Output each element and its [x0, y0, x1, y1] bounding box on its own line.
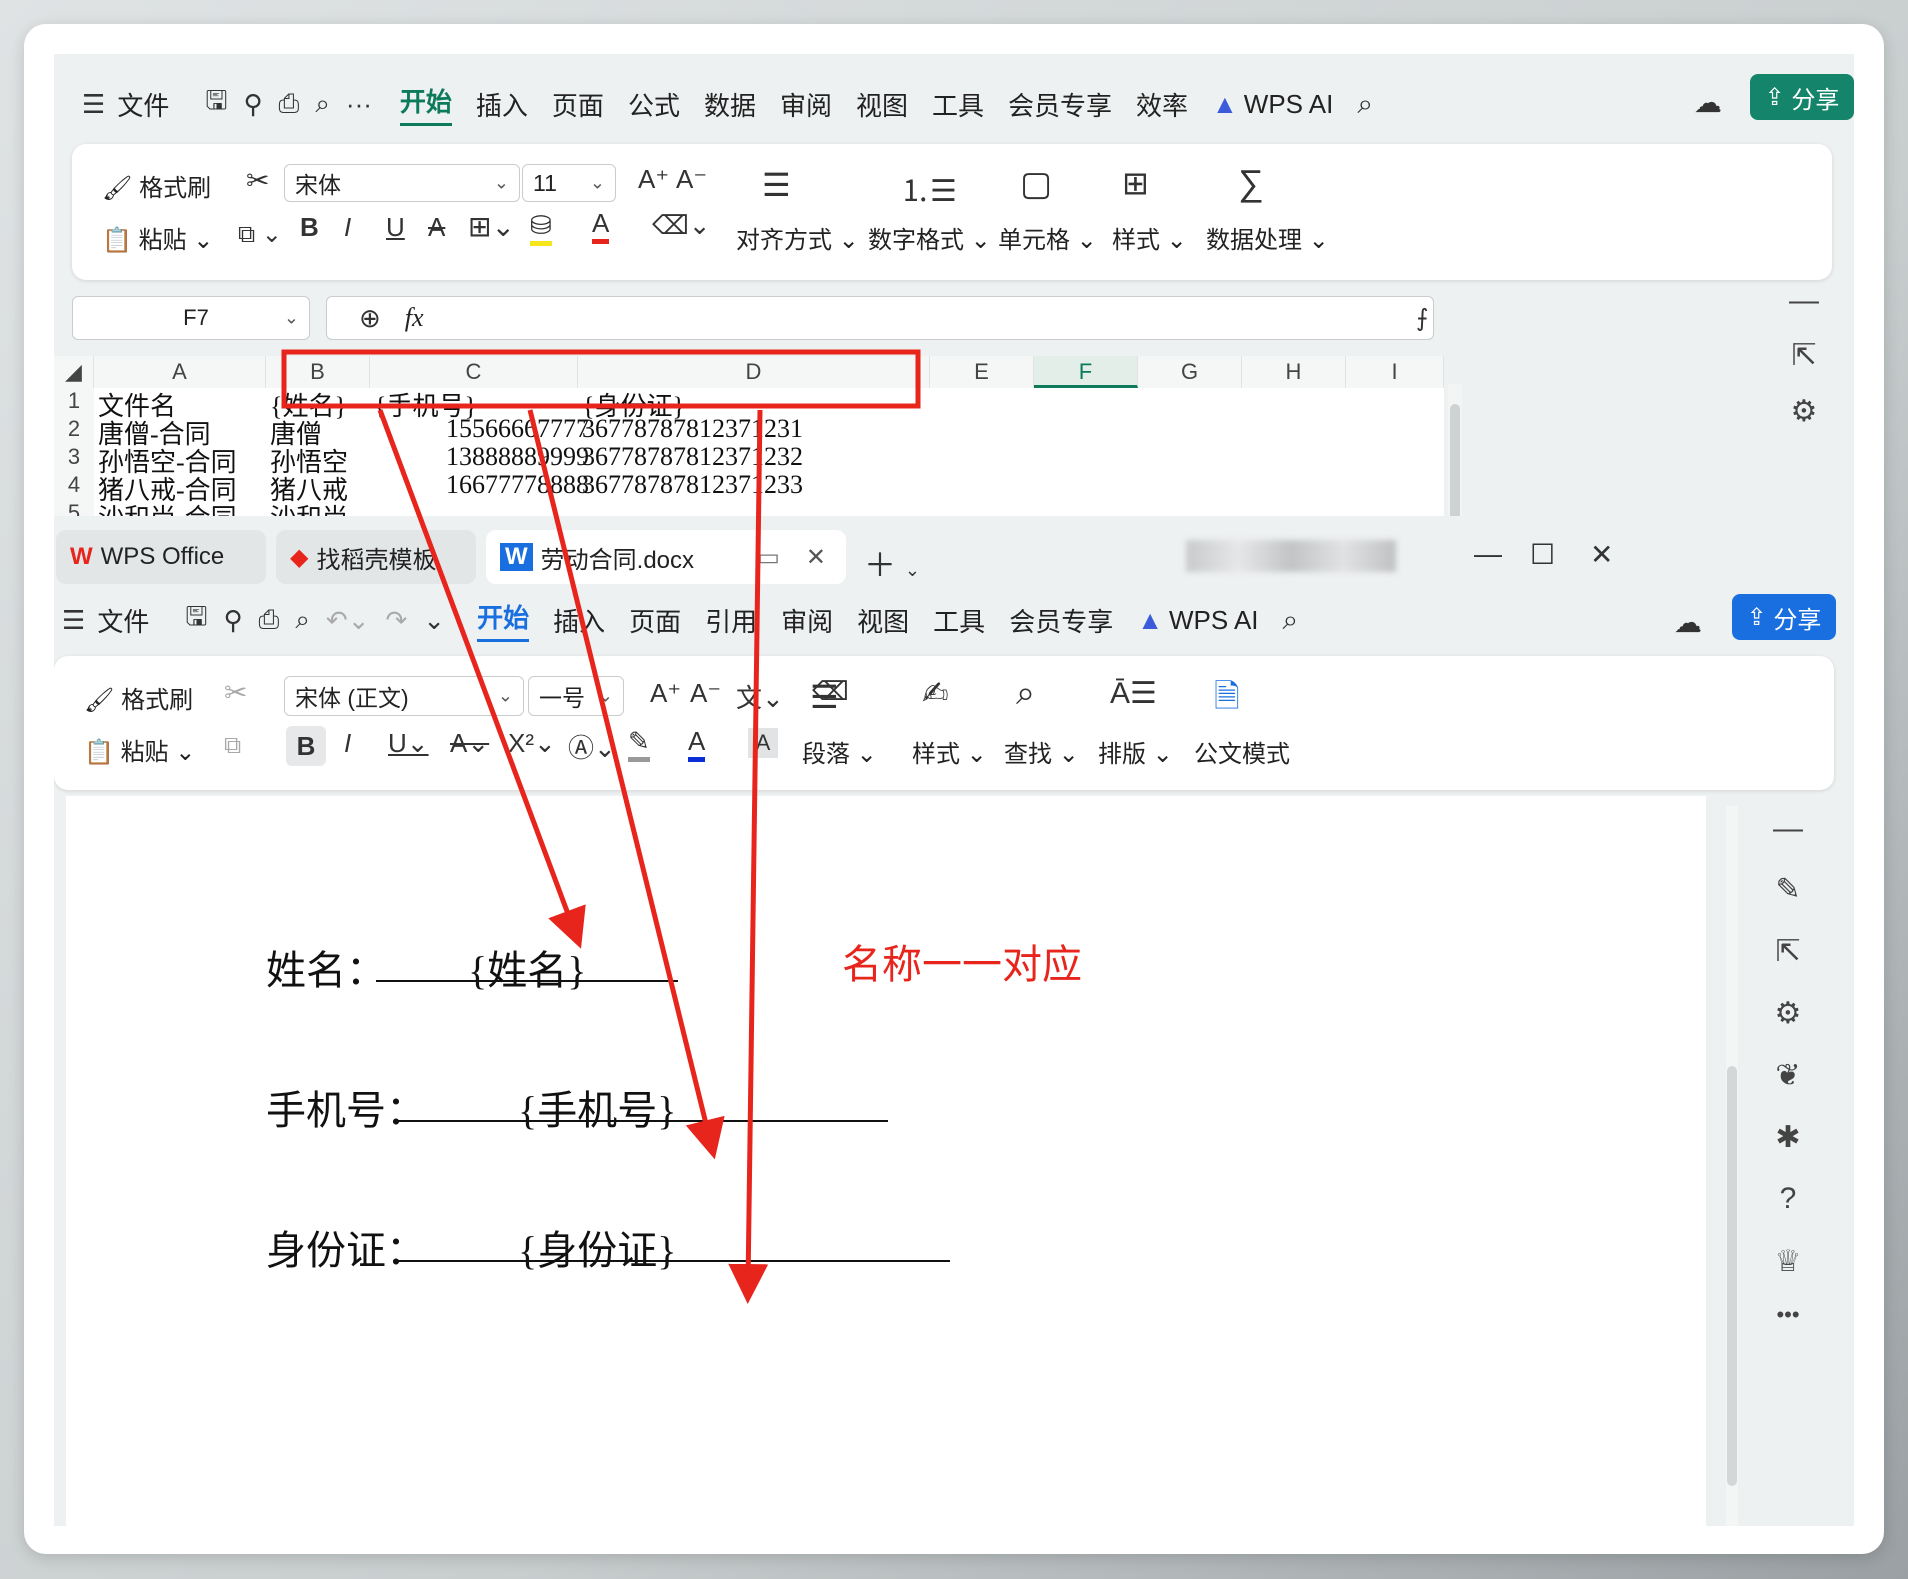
- annotation-overlay: [281, 349, 921, 1304]
- highlight-box: [281, 349, 921, 409]
- arrow-phone: [527, 409, 725, 1160]
- arrow-name: [377, 409, 586, 949]
- arrow-id: [728, 409, 769, 1304]
